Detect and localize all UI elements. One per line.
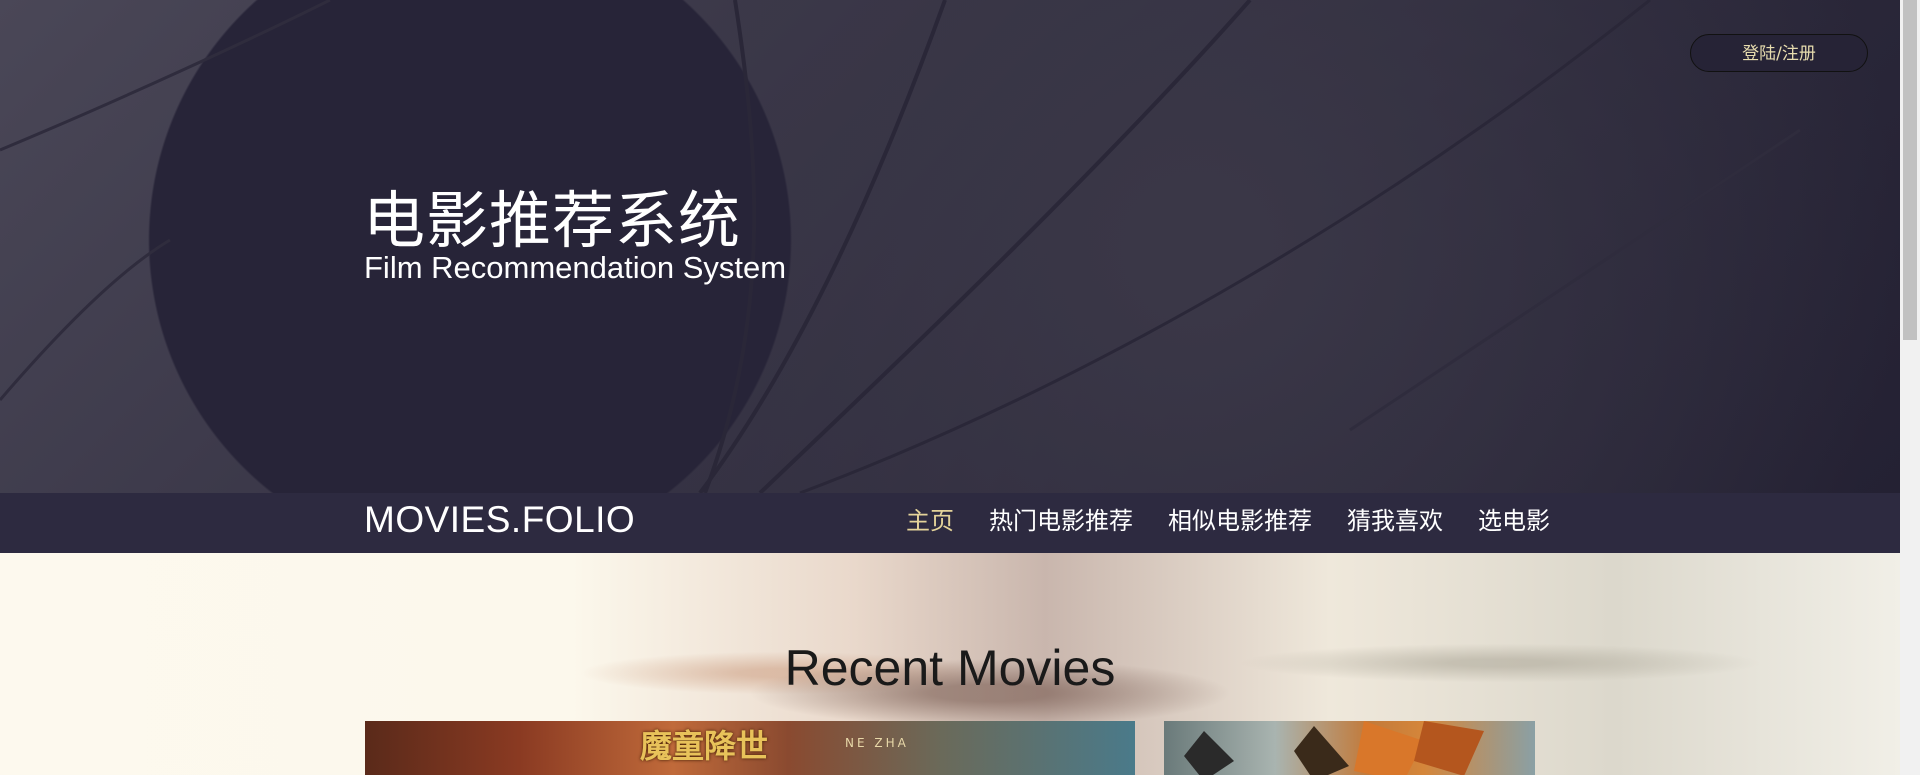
movie-card[interactable]: 魔童降世 NE ZHA	[365, 721, 1135, 775]
hero-banner: 登陆/注册 电影推荐系统 Film Recommendation System	[0, 0, 1900, 493]
poster-subtitle: NE ZHA	[845, 736, 909, 750]
section-title: Recent Movies	[784, 640, 1116, 696]
main-navbar: MOVIES.FOLIO 主页 热门电影推荐 相似电影推荐 猜我喜欢 选电影	[0, 493, 1900, 553]
nav-item-choose-movie[interactable]: 选电影	[1478, 506, 1550, 536]
aperture-background	[0, 0, 1801, 493]
nav-item-home[interactable]: 主页	[906, 506, 954, 536]
brand-logo[interactable]: MOVIES.FOLIO	[364, 499, 635, 541]
nav-menu: 主页 热门电影推荐 相似电影推荐 猜我喜欢 选电影	[906, 506, 1550, 536]
page-title: 电影推荐系统	[363, 184, 742, 257]
poster-artwork	[1184, 721, 1484, 775]
poster-title: 魔童降世	[640, 727, 769, 765]
recent-movies-section: Recent Movies 魔童降世 NE ZHA	[0, 553, 1900, 775]
page-subtitle: Film Recommendation System	[364, 250, 787, 285]
nav-item-guess-you-like[interactable]: 猜我喜欢	[1347, 506, 1443, 536]
nav-item-popular[interactable]: 热门电影推荐	[989, 506, 1133, 536]
nav-item-similar[interactable]: 相似电影推荐	[1168, 506, 1312, 536]
scrollbar-thumb[interactable]	[1903, 0, 1917, 340]
login-register-button[interactable]: 登陆/注册	[1690, 34, 1868, 72]
movie-card[interactable]	[1164, 721, 1535, 775]
